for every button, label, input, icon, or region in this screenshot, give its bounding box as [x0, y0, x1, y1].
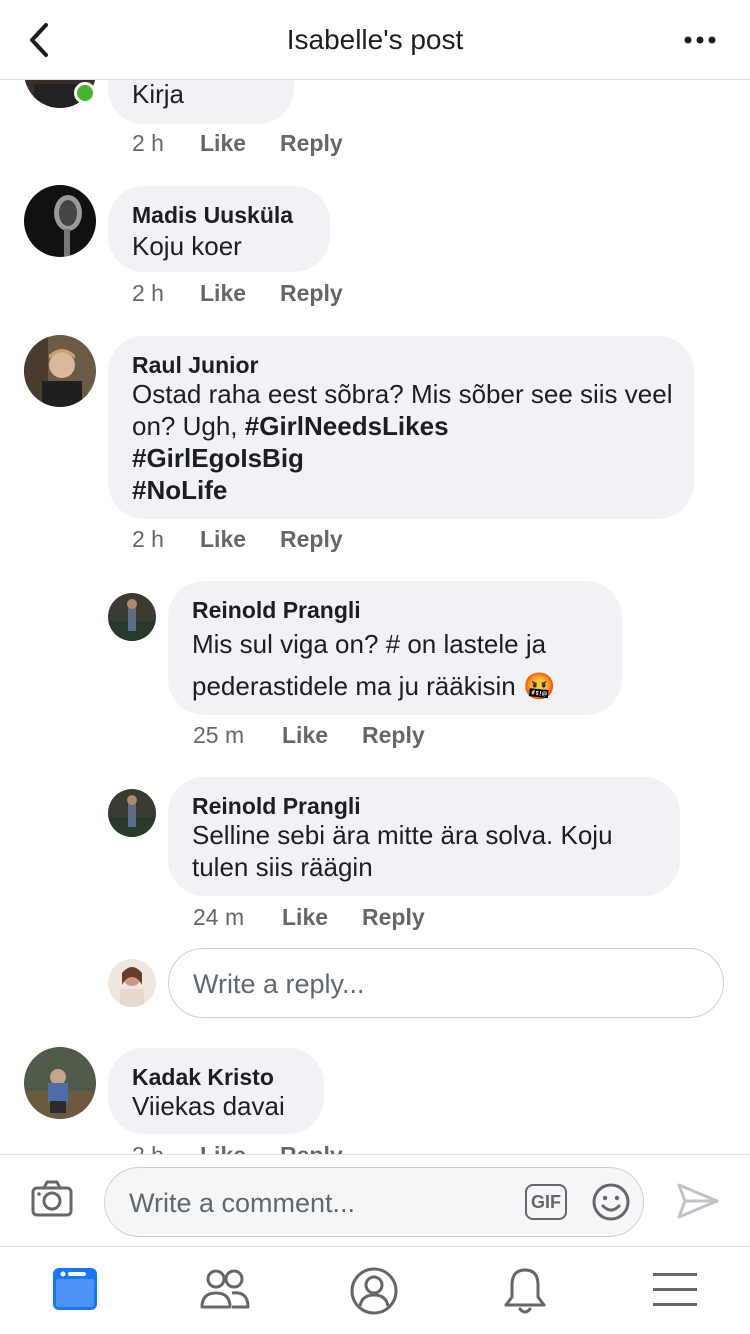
hashtag-link[interactable]: #GirlEgoIsBig: [132, 443, 304, 473]
reply-button[interactable]: Reply: [280, 526, 343, 553]
like-button[interactable]: Like: [200, 130, 246, 157]
comment-feed[interactable]: Kirja 2 h Like Reply Madis Uusküla Koju …: [0, 0, 750, 1154]
comment-time: 2 h: [132, 1142, 164, 1154]
avatar[interactable]: [108, 789, 156, 837]
comment-composer: Write a comment... GIF: [0, 1154, 750, 1246]
friends-icon: [200, 1269, 250, 1309]
comment-author[interactable]: Madis Uusküla: [132, 202, 293, 229]
tab-profile[interactable]: [348, 1265, 402, 1315]
like-button[interactable]: Like: [200, 526, 246, 553]
reply-bubble[interactable]: Reinold Prangli Mis sul viga on? # on la…: [168, 581, 622, 715]
send-button[interactable]: [676, 1181, 720, 1226]
tab-friends[interactable]: [198, 1265, 252, 1315]
news-feed-icon: [53, 1268, 97, 1310]
like-button[interactable]: Like: [200, 1142, 246, 1154]
comment-time: 24 m: [193, 904, 245, 930]
comment-text: Viiekas davai: [132, 1091, 285, 1121]
reply-button[interactable]: Reply: [362, 904, 425, 931]
current-user-avatar: [108, 959, 156, 1007]
comment-bubble[interactable]: Madis Uusküla Koju koer: [108, 186, 330, 272]
comment-text-line: pederastidele ma ju rääkisin: [192, 671, 516, 701]
comment-time: 2 h: [132, 526, 164, 552]
reply-button[interactable]: Reply: [362, 722, 425, 749]
comment-text: Koju koer: [132, 231, 242, 261]
comment-text-line: Mis sul viga on? # on lastele ja: [192, 629, 547, 659]
reply-input-placeholder: Write a reply...: [193, 969, 365, 999]
emoji-button[interactable]: [591, 1182, 631, 1227]
avatar[interactable]: [24, 335, 96, 407]
page-title: Isabelle's post: [286, 24, 464, 55]
notifications-bell-icon: [504, 1268, 546, 1314]
more-dots-icon: [684, 36, 716, 44]
avatar[interactable]: [24, 185, 96, 257]
tab-notifications[interactable]: [500, 1265, 554, 1315]
bottom-tab-bar: [0, 1246, 750, 1334]
comment-text: Ostad raha eest sõbra? Mis sõber see sii…: [132, 378, 682, 506]
comment-time: 25 m: [193, 722, 245, 748]
gif-button[interactable]: GIF: [525, 1184, 567, 1220]
comment-author[interactable]: Reinold Prangli: [192, 793, 361, 820]
reply-button[interactable]: Reply: [280, 280, 343, 307]
comment-input-placeholder: Write a comment...: [129, 1188, 356, 1218]
top-bar: Isabelle's post: [0, 0, 750, 80]
comment-bubble[interactable]: Raul Junior Ostad raha eest sõbra? Mis s…: [108, 336, 694, 519]
smiley-icon: [592, 1183, 630, 1221]
comment-text: Selline sebi ära mitte ära solva. Koju t…: [192, 820, 613, 882]
comment-author[interactable]: Kadak Kristo: [132, 1064, 274, 1091]
send-icon: [677, 1183, 719, 1219]
reply-button[interactable]: Reply: [280, 1142, 343, 1154]
like-button[interactable]: Like: [200, 280, 246, 307]
tab-news-feed[interactable]: [50, 1265, 104, 1315]
reply-bubble[interactable]: Reinold Prangli Selline sebi ära mitte ä…: [168, 777, 680, 896]
comment-bubble[interactable]: Kadak Kristo Viiekas davai: [108, 1048, 324, 1134]
comment-time: 2 h: [132, 280, 164, 306]
avatar[interactable]: [24, 1047, 96, 1119]
like-button[interactable]: Like: [282, 722, 328, 749]
more-options-button[interactable]: [678, 22, 726, 58]
like-button[interactable]: Like: [282, 904, 328, 931]
avatar[interactable]: [108, 593, 156, 641]
angry-cursing-emoji: 🤬: [522, 671, 556, 701]
menu-icon: [653, 1273, 697, 1306]
comment-input[interactable]: Write a comment... GIF: [104, 1167, 644, 1237]
reply-button[interactable]: Reply: [280, 130, 343, 157]
comment-text: Kirja: [132, 79, 185, 109]
comment-author[interactable]: Raul Junior: [132, 352, 259, 379]
comment-text: Mis sul viga on? # on lastele ja pederas…: [192, 623, 612, 707]
hashtag-link[interactable]: #GirlNeedsLikes: [245, 411, 449, 441]
hashtag-link[interactable]: #NoLife: [132, 475, 227, 505]
camera-button[interactable]: [30, 1179, 74, 1224]
tab-menu[interactable]: [650, 1265, 704, 1315]
comment-author[interactable]: Reinold Prangli: [192, 597, 361, 624]
camera-icon: [31, 1180, 73, 1217]
online-status-indicator: [74, 82, 96, 104]
reply-input[interactable]: Write a reply...: [168, 948, 724, 1018]
profile-icon: [350, 1267, 398, 1315]
comment-time: 2 h: [132, 130, 164, 156]
